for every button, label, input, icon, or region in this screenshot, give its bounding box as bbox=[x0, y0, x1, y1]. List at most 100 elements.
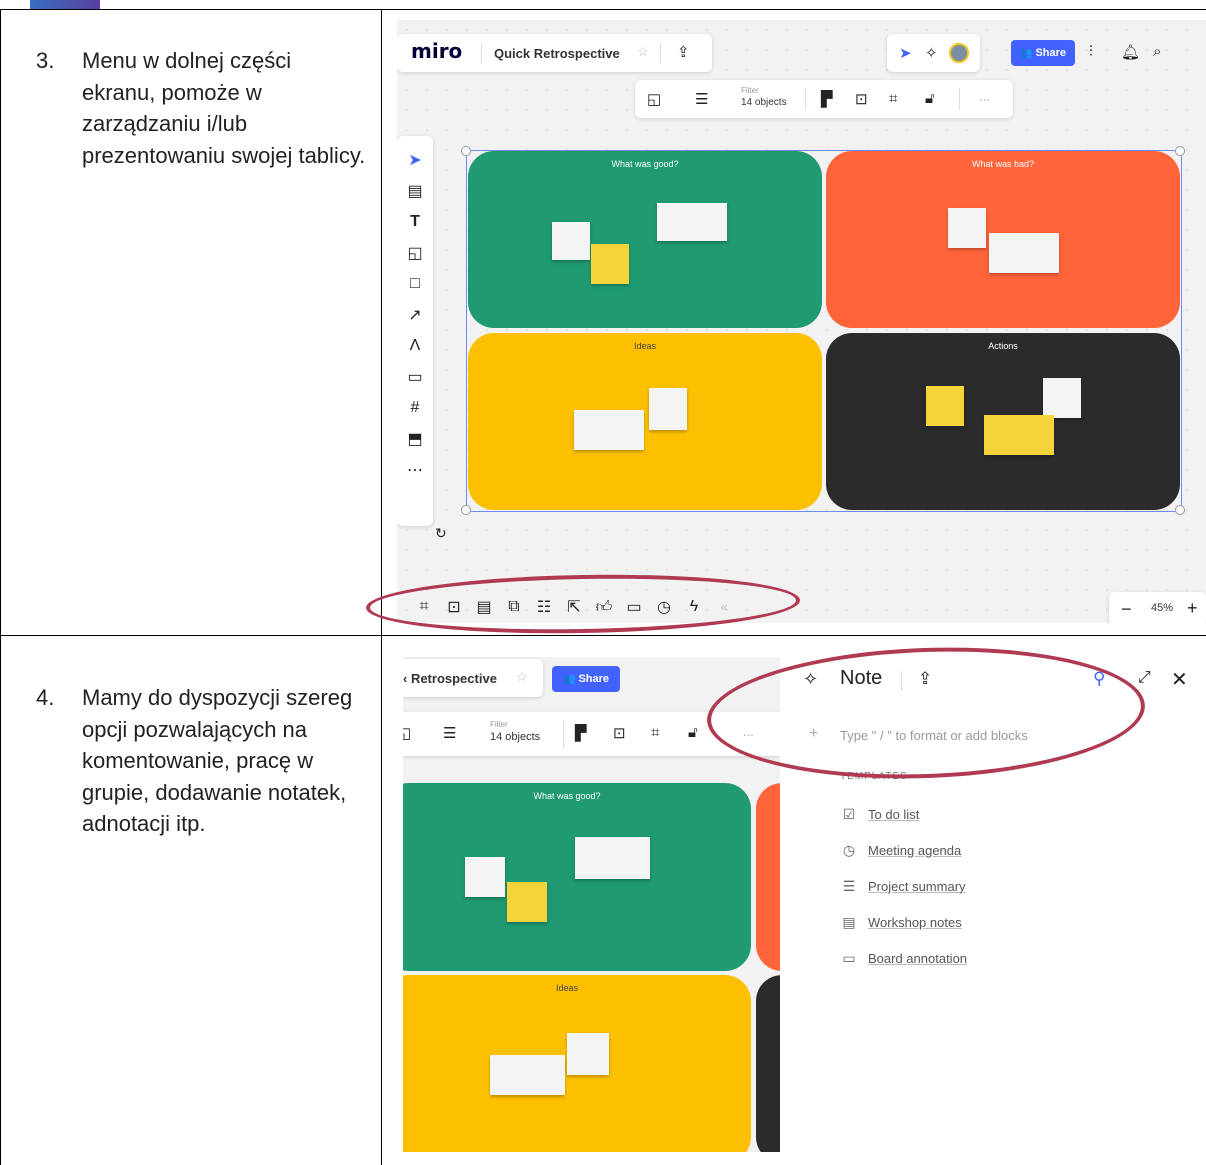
selection-handle bbox=[1175, 146, 1185, 156]
close-icon[interactable]: ✕ bbox=[1171, 667, 1188, 692]
select-icon[interactable]: ➤ bbox=[400, 144, 430, 175]
sticky-note[interactable] bbox=[567, 1033, 609, 1075]
header-divider bbox=[660, 43, 661, 63]
zoom-level[interactable]: 45% bbox=[1151, 602, 1173, 614]
frame-what-was-good[interactable]: What was good? bbox=[468, 151, 822, 328]
sticky-note-icon[interactable]: ◱ bbox=[403, 724, 411, 742]
celebrate-icon[interactable]: ✧ bbox=[925, 44, 938, 62]
users-icon: 👥 bbox=[1019, 47, 1033, 59]
miro-logo[interactable]: miro bbox=[411, 39, 462, 63]
frame-icon[interactable]: ⌗ bbox=[651, 724, 659, 741]
step-number: 4. bbox=[36, 685, 55, 710]
sticky-note-icon[interactable]: ◱ bbox=[647, 90, 661, 108]
sticky-note-icon[interactable]: ◱ bbox=[400, 237, 430, 268]
more-options[interactable]: ... bbox=[979, 89, 990, 104]
sticky-note[interactable] bbox=[552, 222, 590, 260]
toolbar-divider bbox=[805, 88, 806, 110]
sticky-note[interactable] bbox=[948, 208, 986, 248]
templates-icon[interactable]: ▤ bbox=[400, 175, 430, 206]
sticky-note[interactable] bbox=[989, 233, 1059, 273]
sticky-note[interactable] bbox=[649, 388, 687, 430]
upload-icon[interactable]: ⇪ bbox=[677, 43, 690, 61]
share-button[interactable]: 👥 Share bbox=[552, 666, 620, 692]
sticky-note[interactable] bbox=[926, 386, 964, 426]
frame-icon[interactable]: ⌗ bbox=[889, 90, 897, 107]
undo-icon[interactable]: ↻ bbox=[435, 525, 447, 542]
more-icon[interactable]: ⋯ bbox=[400, 454, 430, 485]
star-icon[interactable]: ☆ bbox=[637, 44, 649, 60]
text-icon[interactable]: T bbox=[400, 206, 430, 237]
zoom-in-button[interactable]: + bbox=[1187, 598, 1198, 619]
zoom-control: − 45% + bbox=[1109, 592, 1206, 623]
expand-icon[interactable]: ⤢ bbox=[1138, 669, 1151, 687]
frame-ideas[interactable]: Ideas bbox=[468, 333, 822, 510]
frame-icon[interactable]: # bbox=[400, 392, 430, 423]
template-label: Meeting agenda bbox=[868, 842, 962, 858]
sticky-note[interactable] bbox=[507, 882, 547, 922]
frame-actions[interactable] bbox=[756, 975, 780, 1152]
cursor-follow-icon[interactable]: ➤ bbox=[899, 44, 912, 62]
template-label: Board annotation bbox=[868, 950, 968, 966]
shape-icon[interactable]: □ bbox=[400, 268, 430, 299]
arrange-icon[interactable]: ▛ bbox=[575, 724, 587, 742]
share-label: Share bbox=[1035, 47, 1067, 59]
step-3: 3. Menu w dolnej części ekranu, pomoże w… bbox=[36, 45, 366, 171]
collaboration-bar: ➤ ✧ bbox=[887, 34, 980, 72]
miro-board-screenshot-1: miro Quick Retrospective ☆ ⇪ ➤ ✧ 👥 Share… bbox=[397, 20, 1206, 623]
step-description: Menu w dolnej części ekranu, pomoże w za… bbox=[82, 48, 366, 168]
filter-label: Filter bbox=[490, 720, 508, 729]
template-meeting-agenda[interactable]: ◷ Meeting agenda bbox=[840, 841, 961, 859]
align-icon[interactable]: ☰ bbox=[695, 90, 708, 108]
group-icon[interactable]: ⊡ bbox=[855, 90, 868, 108]
sticky-note[interactable] bbox=[657, 203, 727, 241]
align-icon[interactable]: ☰ bbox=[443, 724, 456, 742]
template-to-do-list[interactable]: ☑ To do list bbox=[840, 805, 920, 823]
lock-icon[interactable]: 🔓︎ bbox=[925, 90, 935, 107]
sticky-note[interactable] bbox=[465, 857, 505, 897]
sticky-note[interactable] bbox=[984, 415, 1054, 455]
list-icon: ☰ bbox=[842, 877, 856, 894]
group-icon[interactable]: ⊡ bbox=[613, 724, 626, 742]
frame-title: What was good? bbox=[611, 159, 679, 169]
frame-title: What was good? bbox=[533, 791, 601, 801]
frame-title: Actions bbox=[988, 341, 1018, 351]
sticky-note[interactable] bbox=[1043, 378, 1081, 418]
filter-count[interactable]: 14 objects bbox=[741, 97, 787, 108]
search-icon[interactable]: ⌕ bbox=[1153, 43, 1161, 60]
zoom-out-button[interactable]: − bbox=[1121, 599, 1132, 620]
selection-handle bbox=[461, 505, 471, 515]
frame-what-was-bad[interactable] bbox=[756, 783, 780, 971]
sticky-note[interactable] bbox=[591, 244, 629, 284]
connection-line-icon[interactable]: ↗ bbox=[400, 299, 430, 330]
lock-icon[interactable]: 🔓︎ bbox=[688, 724, 698, 741]
creation-toolbar: ➤ ▤ T ◱ □ ↗ Λ ▭ # ⬒ ⋯ bbox=[397, 136, 433, 526]
table-border-left bbox=[0, 9, 1, 1165]
board-title[interactable]: Quick Retrospective bbox=[494, 46, 620, 61]
sticky-note[interactable] bbox=[574, 410, 644, 450]
board-header: ‹ Retrospective ☆ bbox=[403, 659, 543, 697]
upload-icon[interactable]: ⬒ bbox=[400, 423, 430, 454]
settings-sliders-icon[interactable]: ⫶ bbox=[1089, 43, 1093, 60]
board-title[interactable]: ‹ Retrospective bbox=[403, 671, 497, 686]
star-icon[interactable]: ☆ bbox=[516, 669, 528, 685]
toolbar-divider bbox=[563, 720, 564, 748]
arrange-icon[interactable]: ▛ bbox=[821, 90, 833, 108]
sticky-note[interactable] bbox=[575, 837, 650, 879]
template-project-summary[interactable]: ☰ Project summary bbox=[840, 877, 966, 895]
share-button[interactable]: 👥 Share bbox=[1011, 40, 1075, 66]
avatar[interactable] bbox=[949, 43, 969, 63]
filter-count[interactable]: 14 objects bbox=[490, 731, 540, 743]
pen-icon[interactable]: Λ bbox=[400, 330, 430, 361]
annotation-icon: ▭ bbox=[842, 949, 856, 966]
toolbar-divider bbox=[959, 88, 960, 110]
frame-title: What was bad? bbox=[971, 159, 1035, 169]
template-workshop-notes[interactable]: ▤ Workshop notes bbox=[840, 913, 961, 931]
bell-icon[interactable]: 🔔︎ bbox=[1121, 43, 1140, 61]
table-border-middle bbox=[0, 635, 1206, 636]
comment-icon[interactable]: ▭ bbox=[400, 361, 430, 392]
template-board-annotation[interactable]: ▭ Board annotation bbox=[840, 949, 967, 967]
table-border-top bbox=[0, 9, 1206, 10]
sticky-note[interactable] bbox=[490, 1055, 565, 1095]
step-description: Mamy do dyspozycji szereg opcji pozwalaj… bbox=[82, 685, 353, 836]
header-divider bbox=[481, 43, 482, 63]
